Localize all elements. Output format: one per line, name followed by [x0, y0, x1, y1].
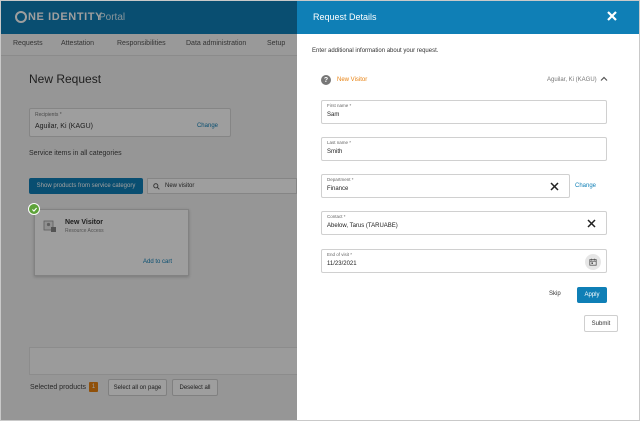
help-icon[interactable]: ? — [321, 75, 331, 85]
end-of-visit-value: 11/23/2021 — [327, 261, 357, 267]
close-icon[interactable] — [605, 9, 619, 23]
first-name-value: Sam — [327, 112, 340, 118]
panel-intro-text: Enter additional information about your … — [312, 48, 439, 54]
contact-field[interactable]: Contact * Abelow, Tarus (TARUABE) — [321, 211, 607, 235]
last-name-label: Last name * — [327, 140, 352, 145]
panel-title: Request Details — [313, 12, 377, 22]
calendar-icon[interactable] — [585, 254, 601, 270]
chevron-up-icon[interactable] — [600, 75, 608, 83]
skip-button[interactable]: Skip — [549, 291, 561, 297]
submit-button[interactable]: Submit — [584, 315, 618, 332]
last-name-field[interactable]: Last name * Smith — [321, 137, 607, 161]
clear-contact-icon[interactable] — [587, 219, 596, 228]
contact-label: Contact * — [327, 214, 346, 219]
apply-button[interactable]: Apply — [577, 287, 607, 303]
first-name-field[interactable]: First name * Sam — [321, 100, 607, 124]
app-window: NE IDENTITY Portal Requests Attestation … — [0, 0, 640, 421]
first-name-label: First name * — [327, 103, 352, 108]
contact-value: Abelow, Tarus (TARUABE) — [327, 223, 398, 229]
modal-backdrop[interactable] — [1, 1, 297, 420]
end-of-visit-field[interactable]: End of visit * 11/23/2021 — [321, 249, 607, 273]
last-name-value: Smith — [327, 149, 343, 155]
department-value: Finance — [327, 186, 349, 192]
department-field[interactable]: Department * Finance — [321, 174, 570, 198]
clear-department-icon[interactable] — [550, 182, 559, 191]
request-item-name: New Visitor — [337, 77, 368, 83]
department-label: Department * — [327, 177, 354, 182]
request-item-recipient: Aguilar, Ki (KAGU) — [547, 77, 597, 83]
request-details-panel: Request Details Enter additional informa… — [297, 1, 639, 420]
end-of-visit-label: End of visit * — [327, 252, 353, 257]
department-change-link[interactable]: Change — [575, 183, 596, 189]
selected-check-icon — [28, 203, 40, 215]
panel-header: Request Details — [297, 1, 639, 34]
